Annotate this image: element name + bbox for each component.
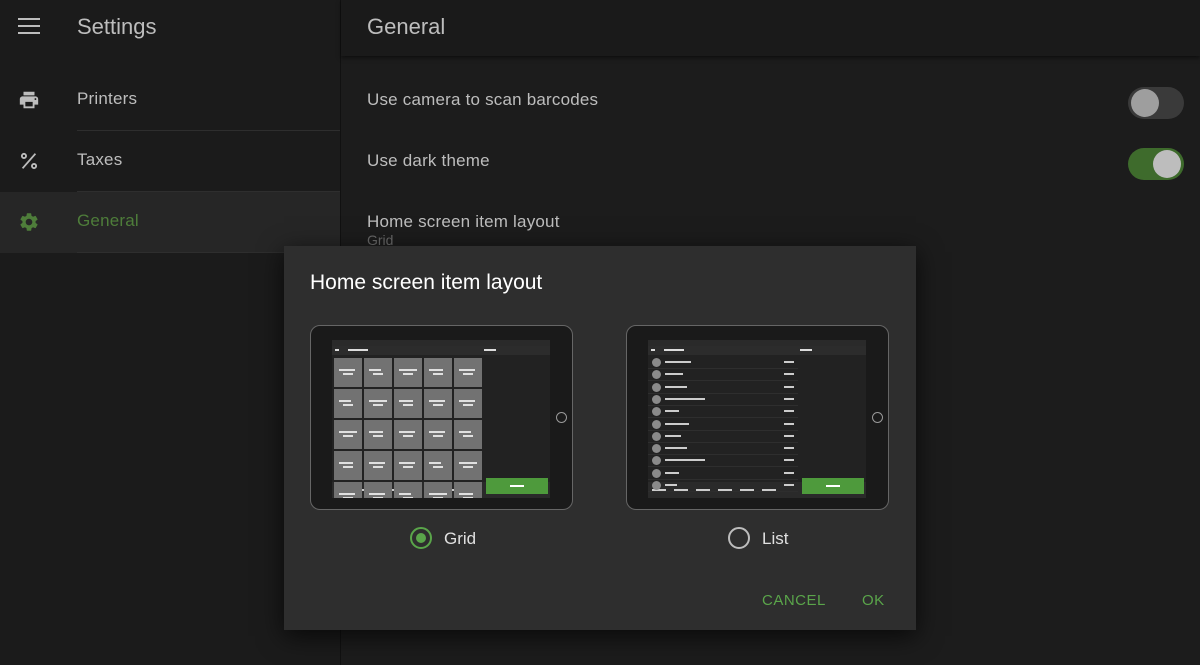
grid-preview-screen bbox=[332, 340, 550, 498]
mock-grid-tile bbox=[394, 420, 422, 449]
mock-grid-tile bbox=[454, 358, 482, 387]
mock-list-row bbox=[648, 479, 798, 492]
mock-grid-tile bbox=[424, 420, 452, 449]
mock-grid-tile bbox=[364, 451, 392, 480]
mock-toolbar bbox=[332, 346, 550, 355]
layout-dialog: Home screen item layout Grid List CANCEL… bbox=[284, 246, 916, 630]
mock-grid-tile bbox=[334, 358, 362, 387]
mock-grid-tile bbox=[364, 389, 392, 418]
mock-charge-button bbox=[802, 478, 864, 494]
mock-list-row bbox=[648, 368, 798, 382]
mock-list-row bbox=[648, 442, 798, 456]
grid-radio-button[interactable] bbox=[410, 527, 432, 549]
mock-list-row bbox=[648, 418, 798, 431]
list-preview[interactable] bbox=[626, 325, 889, 510]
mock-grid-tile bbox=[364, 482, 392, 498]
mock-grid-tile bbox=[334, 451, 362, 480]
mock-list-row bbox=[648, 381, 798, 394]
mock-grid-tile bbox=[454, 451, 482, 480]
tablet-home-button bbox=[556, 412, 567, 423]
cancel-button[interactable]: CANCEL bbox=[762, 592, 826, 609]
mock-grid-tile bbox=[394, 358, 422, 387]
mock-grid-tile bbox=[454, 482, 482, 498]
mock-list-row bbox=[648, 454, 798, 468]
mock-grid-tile bbox=[394, 389, 422, 418]
mock-grid-tile bbox=[364, 358, 392, 387]
mock-charge-button bbox=[486, 478, 548, 494]
mock-grid-tile bbox=[334, 482, 362, 498]
mock-list-row bbox=[648, 467, 798, 480]
dialog-title: Home screen item layout bbox=[310, 271, 543, 294]
mock-grid-tile bbox=[394, 451, 422, 480]
list-preview-screen bbox=[648, 340, 866, 498]
tablet-frame bbox=[626, 325, 889, 510]
grid-radio-label: Grid bbox=[444, 529, 477, 548]
grid-preview[interactable] bbox=[310, 325, 573, 510]
ok-button[interactable]: OK bbox=[862, 592, 885, 609]
mock-grid-tile bbox=[424, 451, 452, 480]
grid-radio-option[interactable]: Grid bbox=[410, 527, 500, 551]
list-radio-label: List bbox=[762, 529, 789, 548]
mock-grid-tile bbox=[424, 482, 452, 498]
mock-grid-tile bbox=[364, 420, 392, 449]
mock-toolbar bbox=[648, 346, 866, 355]
mock-grid-tile bbox=[394, 482, 422, 498]
mock-grid-tile bbox=[334, 389, 362, 418]
mock-grid-tile bbox=[424, 358, 452, 387]
mock-list-row bbox=[648, 430, 798, 443]
tablet-frame bbox=[310, 325, 573, 510]
mock-grid-tile bbox=[454, 420, 482, 449]
mock-list-row bbox=[648, 356, 798, 369]
mock-grid-tile bbox=[454, 389, 482, 418]
list-radio-button[interactable] bbox=[728, 527, 750, 549]
mock-list-row bbox=[648, 393, 798, 406]
mock-grid-tile bbox=[334, 420, 362, 449]
tablet-home-button bbox=[872, 412, 883, 423]
list-radio-option[interactable]: List bbox=[728, 527, 818, 551]
mock-grid-tile bbox=[424, 389, 452, 418]
mock-list-row bbox=[648, 405, 798, 419]
